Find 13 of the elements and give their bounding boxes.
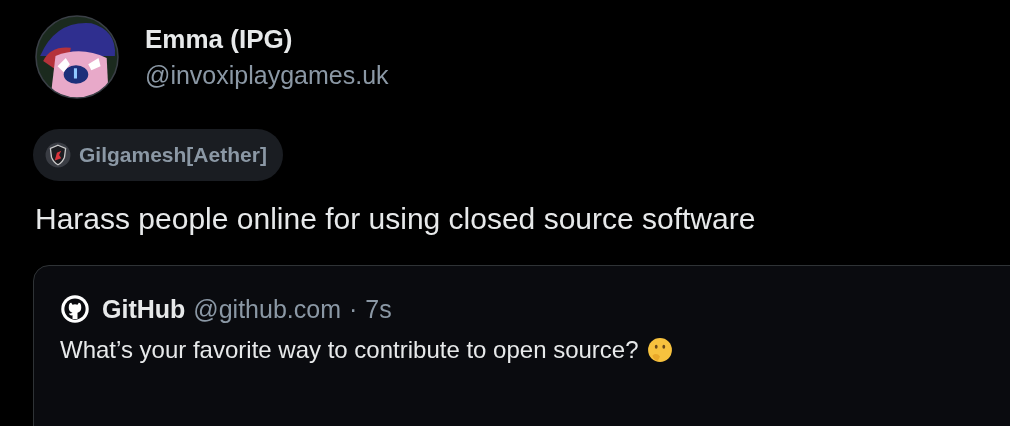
post-time[interactable]: 7s <box>365 294 392 324</box>
shield-icon <box>45 142 71 168</box>
thinking-emoji-icon <box>646 337 673 363</box>
author-name[interactable]: Emma (IPG) <box>145 24 389 55</box>
quoted-author-name[interactable]: GitHub <box>102 294 186 324</box>
quoted-post-text: What’s your favorite way to contribute to open source? <box>60 336 639 364</box>
author-handle[interactable]: @invoxiplaygames.uk <box>145 61 389 90</box>
quoted-author-handle[interactable]: @github.com <box>193 294 341 324</box>
post-text: Harass people online for using closed source software <box>35 201 757 237</box>
affiliation-badge[interactable]: Gilgamesh[Aether] <box>33 129 283 181</box>
quoted-post-card[interactable]: GitHub @github.com · 7s What’s your favorite way to contribute to open source? <box>33 265 1010 426</box>
separator-dot: · <box>349 294 358 324</box>
octocat-icon <box>60 294 90 324</box>
